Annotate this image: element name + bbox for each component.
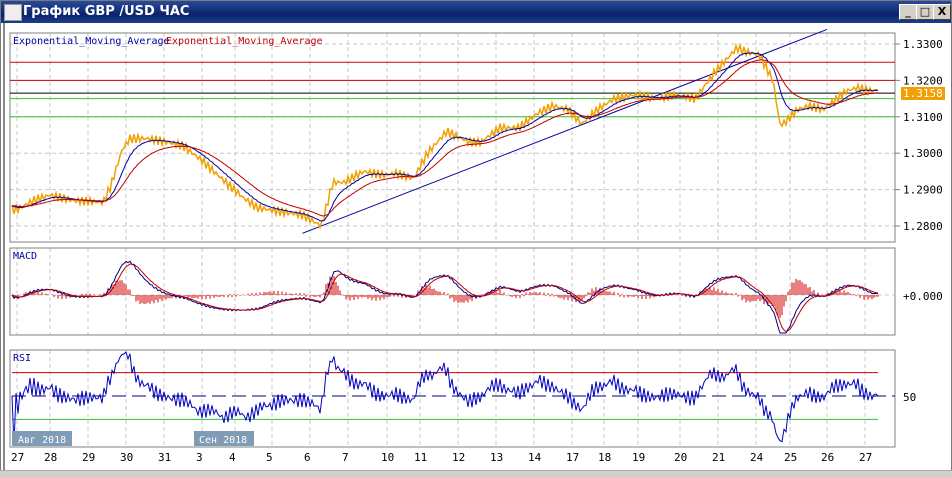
macd-label: MACD <box>13 251 37 262</box>
day-tick-label: 17 <box>566 451 579 464</box>
day-tick-label: 12 <box>452 451 465 464</box>
day-tick-label: 19 <box>632 451 645 464</box>
day-tick-label: 24 <box>750 451 764 464</box>
trend-line <box>302 28 828 234</box>
month-badge-aug-text: Авг 2018 <box>18 435 66 446</box>
day-tick-label: 28 <box>44 451 57 464</box>
price-tick-label: 1.3200 <box>903 74 943 87</box>
rsi-label: RSI <box>13 353 31 364</box>
legend-ema-slow: Exponential_Moving_Average <box>166 36 323 47</box>
day-tick-label: 5 <box>266 451 273 464</box>
day-tick-label: 3 <box>196 451 203 464</box>
price-tick-label: 1.3000 <box>903 147 943 160</box>
price-tick-label: 1.2800 <box>903 220 943 233</box>
day-tick-label: 31 <box>158 451 171 464</box>
macd-panel <box>9 247 896 336</box>
day-tick-label: 26 <box>821 451 834 464</box>
rsi-line <box>11 351 879 446</box>
day-tick-label: 10 <box>381 451 394 464</box>
day-tick-label: 6 <box>304 451 311 464</box>
day-tick-label: 25 <box>784 451 797 464</box>
day-tick-label: 27 <box>859 451 872 464</box>
price-chart[interactable]: Exponential_Moving_Average Exponential_M… <box>0 0 952 470</box>
price-tick-label: 1.2900 <box>903 184 943 197</box>
rsi-mid-label: 50 <box>903 391 916 404</box>
price-tick-label: 1.3300 <box>903 38 943 51</box>
day-tick-label: 13 <box>490 451 503 464</box>
day-tick-label: 4 <box>229 451 236 464</box>
current-price: 1.3158 <box>903 87 943 100</box>
day-tick-label: 21 <box>712 451 725 464</box>
day-tick-label: 27 <box>11 451 24 464</box>
day-tick-label: 18 <box>598 451 611 464</box>
day-tick-label: 11 <box>414 451 427 464</box>
day-tick-label: 30 <box>120 451 133 464</box>
legend-ema-fast: Exponential_Moving_Average <box>13 36 170 47</box>
day-tick-label: 20 <box>674 451 687 464</box>
macd-zero-label: +0.000 <box>903 290 943 303</box>
month-badge-sep-text: Сен 2018 <box>199 435 247 446</box>
day-tick-label: 14 <box>528 451 542 464</box>
price-line <box>11 42 879 230</box>
day-tick-label: 29 <box>82 451 95 464</box>
price-tick-label: 1.3100 <box>903 111 943 124</box>
day-tick-label: 7 <box>342 451 349 464</box>
